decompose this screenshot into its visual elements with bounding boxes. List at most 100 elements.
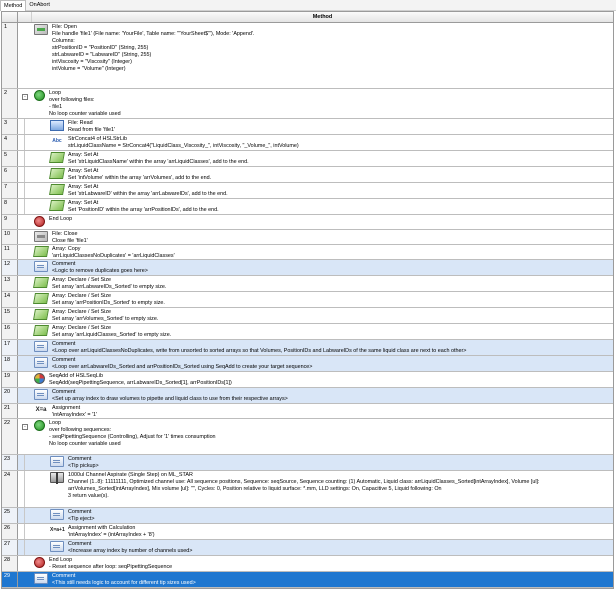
- step-row-20[interactable]: 20 Comment <Set up array index to draw vol…: [2, 388, 613, 404]
- loop-guide-line: [24, 455, 25, 470]
- step-description: 1000ul Channel Aspirate (Single Step) on…: [68, 471, 613, 507]
- step-number: 19: [2, 372, 18, 387]
- array-set-icon: [49, 152, 65, 163]
- expand-gutter: [18, 372, 32, 387]
- step-row-11[interactable]: 11 Array: Copy'arrLiquidClassesNoDuplicat…: [2, 245, 613, 260]
- step-row-19[interactable]: 19 SeqAdd of HSLSeqLib SeqAdd(seqPipetting…: [2, 372, 613, 388]
- step-title: File: Open: [52, 24, 77, 30]
- file-close-icon: [34, 231, 48, 242]
- step-detail-line: Channel (1..8): 11111111, Optimized chan…: [68, 479, 540, 485]
- step-detail-line: intVolume = "Volume" (Integer): [52, 66, 126, 72]
- indent: [32, 135, 48, 150]
- step-title: StrConcat4 of HSLStrLib: [68, 136, 128, 142]
- step-row-12[interactable]: 12 Comment <Logic to remove duplicates goe…: [2, 260, 613, 276]
- step-title: Array: Set At: [68, 152, 99, 158]
- step-row-4[interactable]: 4 Abc StrConcat4 of HSLStrLib strLiquidClas…: [2, 135, 613, 151]
- step-detail-line: Set 'strLabwareID' within the array 'arr…: [68, 191, 228, 197]
- step-title: Array: Declare / Set Size: [52, 325, 112, 331]
- step-row-21[interactable]: 21 X=a Assignment'intArrayIndex' = '1': [2, 404, 613, 419]
- step-description: Comment <Set up array index to draw volum…: [52, 388, 613, 403]
- step-row-7[interactable]: 7 Array: Set At Set 'strLabwareID' within …: [2, 183, 613, 199]
- step-detail-line: No loop counter variable used: [49, 111, 121, 117]
- step-row-1[interactable]: 1 File: Open File handle 'file1' (File nam…: [2, 23, 613, 89]
- tab-method[interactable]: Method: [0, 0, 27, 11]
- step-detail-line: No loop counter variable used: [49, 441, 121, 447]
- step-description: File: Close Close file 'file1': [52, 230, 613, 244]
- step-detail-line: Set array 'arrLiquidClasses_Sorted' to e…: [52, 332, 172, 338]
- step-detail-line: intViscosity = "Viscosity" (Integer): [52, 59, 132, 65]
- step-detail-line: <Logic to remove duplicates goes here>: [52, 268, 148, 274]
- step-row-24[interactable]: 24 1000ul Channel Aspirate (Single Step) …: [2, 471, 613, 508]
- step-row-10[interactable]: 10 File: Close Close file 'file1': [2, 230, 613, 245]
- expand-gutter: [18, 572, 32, 587]
- expand-gutter: [18, 404, 32, 418]
- expand-gutter: [18, 292, 32, 307]
- step-row-16[interactable]: 16 Array: Declare / Set Size Set array 'ar…: [2, 324, 613, 340]
- step-number: 18: [2, 356, 18, 371]
- step-title: Array: Declare / Set Size: [52, 293, 112, 299]
- method-tabs: Method OnAbort: [0, 0, 616, 11]
- step-row-8[interactable]: 8 Array: Set At Set 'PositionID' within th…: [2, 199, 613, 215]
- step-row-29[interactable]: 29 Comment <This still needs logic to acco…: [2, 572, 613, 588]
- step-description: Array: Declare / Set Size Set array 'arrP…: [52, 292, 613, 307]
- expand-gutter: [18, 356, 32, 371]
- collapse-toggle-icon[interactable]: -: [22, 424, 28, 430]
- comment-icon: [50, 509, 64, 520]
- step-row-18[interactable]: 18 Comment <Loop over arrLabwareIDs_Sorted…: [2, 356, 613, 372]
- step-detail-line: - seqPipettingSequence (Controlling), Ad…: [49, 434, 216, 440]
- step-title: Array: Copy: [52, 246, 81, 252]
- step-number: 28: [2, 556, 18, 571]
- step-row-17[interactable]: 17 Comment <Loop over arrLiquidClassesNoDu…: [2, 340, 613, 356]
- collapse-toggle-icon[interactable]: -: [22, 94, 28, 100]
- step-row-15[interactable]: 15 Array: Declare / Set Size Set array 'ar…: [2, 308, 613, 324]
- step-detail-line: <Increase array index by number of chann…: [68, 548, 193, 554]
- step-row-2[interactable]: 2- Loop over following files: - file1 No loo…: [2, 89, 613, 119]
- step-detail-line: SeqAdd(seqPipettingSequence, arrLabwareI…: [49, 380, 232, 386]
- step-row-22[interactable]: 22- Loop over following sequences: - seqPi…: [2, 419, 613, 455]
- step-title: Comment: [52, 357, 76, 363]
- step-title: Loop: [49, 90, 61, 96]
- step-row-9[interactable]: 9 End Loop: [2, 215, 613, 230]
- step-description: Array: Set At Set 'PositionID' within the…: [68, 199, 613, 214]
- step-detail-line: <Tip eject>: [68, 516, 95, 522]
- step-detail-line: Columns:: [52, 38, 75, 44]
- step-number: 15: [2, 308, 18, 323]
- step-row-28[interactable]: 28 End Loop - Reset sequence after loop: s…: [2, 556, 613, 572]
- step-number: 12: [2, 260, 18, 275]
- step-detail-line: - file1: [49, 104, 63, 110]
- expand-gutter: [18, 524, 32, 539]
- expand-gutter: [18, 23, 32, 88]
- step-number: 29: [2, 572, 18, 587]
- step-row-6[interactable]: 6 Array: Set At Set 'intVolume' within the…: [2, 167, 613, 183]
- array-declare-icon: [33, 277, 49, 288]
- step-row-23[interactable]: 23 Comment <Tip pickup>: [2, 455, 613, 471]
- tab-onabort[interactable]: OnAbort: [26, 0, 52, 11]
- step-row-3[interactable]: 3 File: Read Read from file 'file1': [2, 119, 613, 135]
- step-title: Comment: [52, 341, 76, 347]
- step-title: End Loop: [49, 557, 73, 563]
- step-detail-line: Close file 'file1': [52, 238, 88, 244]
- step-row-5[interactable]: 5 Array: Set At Set 'strLiquidClassName' w…: [2, 151, 613, 167]
- step-row-13[interactable]: 13 Array: Declare / Set Size Set array 'ar…: [2, 276, 613, 292]
- expand-gutter: [18, 183, 32, 198]
- loop-guide-line: [24, 471, 25, 507]
- end-loop-icon: [34, 216, 45, 227]
- step-row-25[interactable]: 25 Comment <Tip eject>: [2, 508, 613, 524]
- step-number: 24: [2, 471, 18, 507]
- step-title: Comment: [52, 389, 76, 395]
- step-title: File: Read: [68, 120, 93, 126]
- expand-gutter: [18, 324, 32, 339]
- step-number: 4: [2, 135, 18, 150]
- step-row-14[interactable]: 14 Array: Declare / Set Size Set array 'ar…: [2, 292, 613, 308]
- step-detail-line: over following files:: [49, 97, 95, 103]
- step-row-27[interactable]: 27 Comment <Increase array index by number…: [2, 540, 613, 556]
- loop-guide-line: [24, 183, 25, 198]
- step-detail-line: Set array 'arrVolumes_Sorted' to empty s…: [52, 316, 159, 322]
- step-detail-line: arrVolumes_Sorted[intArrayIndex], Mix vo…: [68, 486, 442, 492]
- step-row-26[interactable]: 26 X=a+1 Assignment with Calculation'intAr…: [2, 524, 613, 540]
- step-number: 10: [2, 230, 18, 244]
- loop-guide-line: [24, 540, 25, 555]
- expand-gutter: -: [18, 89, 32, 118]
- step-description: End Loop: [49, 215, 613, 229]
- indent: [32, 119, 48, 134]
